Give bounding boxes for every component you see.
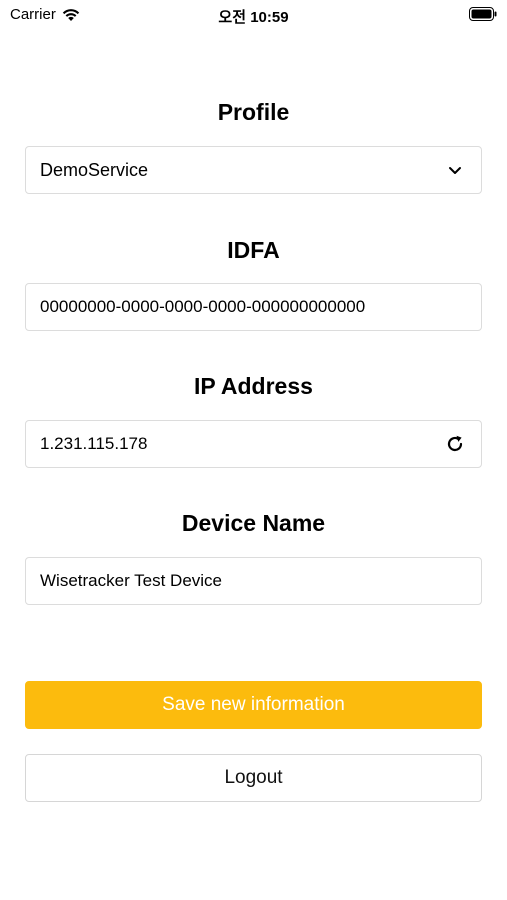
logout-button[interactable]: Logout <box>25 754 482 802</box>
idfa-field[interactable]: 00000000-0000-0000-0000-000000000000 <box>25 283 482 331</box>
profile-selected-value: DemoService <box>40 159 149 180</box>
chevron-down-icon[interactable] <box>443 158 467 182</box>
battery-icon <box>469 7 497 21</box>
idfa-title: IDFA <box>227 237 280 263</box>
refresh-icon[interactable] <box>443 432 467 456</box>
ip-address-title: IP Address <box>194 373 313 399</box>
idfa-value: 00000000-0000-0000-0000-000000000000 <box>40 297 366 316</box>
screen: Carrier 오전 10:59 Profile DemoService IDF… <box>0 0 507 900</box>
profile-title: Profile <box>217 99 290 125</box>
save-button[interactable]: Save new information <box>25 681 482 729</box>
device-name-value: Wisetracker Test Device <box>40 571 223 590</box>
status-bar: Carrier 오전 10:59 <box>0 0 507 30</box>
profile-select[interactable]: DemoService <box>25 146 482 194</box>
status-time: 오전 10:59 <box>218 9 289 26</box>
device-name-title: Device Name <box>181 510 326 536</box>
ip-address-value: 1.231.115.178 <box>40 434 148 453</box>
device-name-field[interactable]: Wisetracker Test Device <box>25 557 482 605</box>
ip-address-field[interactable]: 1.231.115.178 <box>25 420 482 468</box>
